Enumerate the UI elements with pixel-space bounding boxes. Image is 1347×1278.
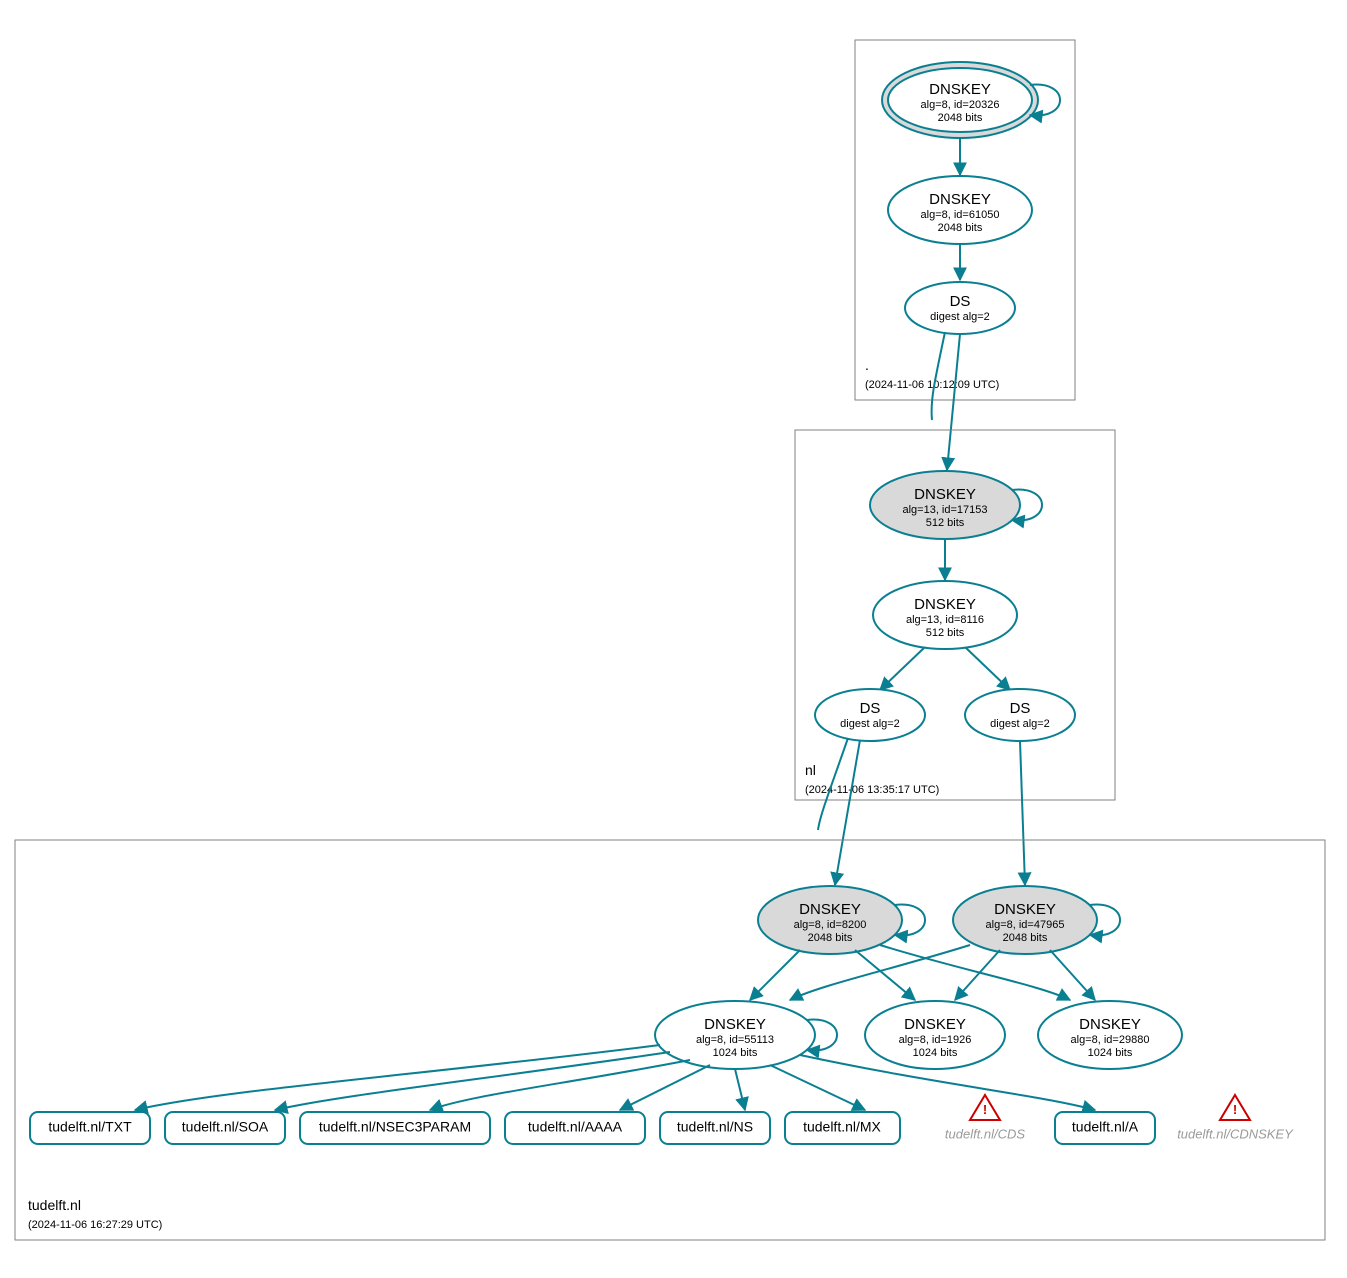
svg-text:tudelft.nl/TXT: tudelft.nl/TXT — [48, 1119, 132, 1135]
svg-text:tudelft.nl/NSEC3PARAM: tudelft.nl/NSEC3PARAM — [319, 1119, 471, 1135]
svg-text:digest alg=2: digest alg=2 — [990, 718, 1050, 730]
edge-nl-zsk-dsb — [965, 647, 1010, 690]
edge-zska-txt — [135, 1045, 660, 1110]
rr-aaaa: tudelft.nl/AAAA — [505, 1112, 645, 1144]
svg-text:alg=8, id=61050: alg=8, id=61050 — [921, 209, 1000, 221]
svg-text:alg=13, id=17153: alg=13, id=17153 — [902, 504, 987, 516]
svg-text:DNSKEY: DNSKEY — [1079, 1016, 1141, 1033]
svg-text:DS: DS — [860, 700, 881, 717]
edge-dsb-kskb — [1020, 741, 1025, 885]
svg-text:tudelft.nl/NS: tudelft.nl/NS — [677, 1119, 753, 1135]
svg-text:tudelft.nl/AAAA: tudelft.nl/AAAA — [528, 1119, 623, 1135]
node-nl-ksk: DNSKEY alg=13, id=17153 512 bits — [870, 471, 1020, 539]
svg-text:512 bits: 512 bits — [926, 517, 965, 529]
zone-ts-tudelft: (2024-11-06 16:27:29 UTC) — [28, 1219, 162, 1231]
dnssec-graph: . (2024-11-06 10:12:09 UTC) DNSKEY alg=8… — [0, 0, 1347, 1278]
svg-text:alg=13, id=8116: alg=13, id=8116 — [906, 614, 984, 626]
edge-zska-mx — [770, 1065, 865, 1110]
svg-text:DNSKEY: DNSKEY — [799, 901, 861, 918]
zone-label-root: . — [865, 357, 869, 373]
rr-soa: tudelft.nl/SOA — [165, 1112, 285, 1144]
warn-cds: ! tudelft.nl/CDS — [945, 1095, 1026, 1141]
svg-text:tudelft.nl/A: tudelft.nl/A — [1072, 1119, 1139, 1135]
edge-kska-zska — [750, 950, 800, 1000]
svg-text:DNSKEY: DNSKEY — [929, 191, 991, 208]
svg-text:2048 bits: 2048 bits — [808, 932, 853, 944]
node-tudelft-zsk-b: DNSKEY alg=8, id=1926 1024 bits — [865, 1001, 1005, 1069]
rr-a: tudelft.nl/A — [1055, 1112, 1155, 1144]
node-root-ds: DS digest alg=2 — [905, 282, 1015, 334]
edge-root-to-nl-thick — [932, 332, 945, 420]
svg-text:1024 bits: 1024 bits — [1088, 1047, 1133, 1059]
edge-zska-aaaa — [620, 1065, 710, 1110]
svg-text:DNSKEY: DNSKEY — [704, 1016, 766, 1033]
rr-ns: tudelft.nl/NS — [660, 1112, 770, 1144]
svg-text:DNSKEY: DNSKEY — [904, 1016, 966, 1033]
rr-txt: tudelft.nl/TXT — [30, 1112, 150, 1144]
zone-label-tudelft: tudelft.nl — [28, 1197, 81, 1213]
svg-text:1024 bits: 1024 bits — [713, 1047, 758, 1059]
edge-kskb-zskb — [955, 950, 1000, 1000]
svg-text:DNSKEY: DNSKEY — [994, 901, 1056, 918]
node-nl-ds-a: DS digest alg=2 — [815, 689, 925, 741]
node-nl-zsk: DNSKEY alg=13, id=8116 512 bits — [873, 581, 1017, 649]
zone-ts-nl: (2024-11-06 13:35:17 UTC) — [805, 784, 939, 796]
svg-text:digest alg=2: digest alg=2 — [930, 311, 990, 323]
svg-text:alg=8, id=55113: alg=8, id=55113 — [696, 1034, 774, 1046]
edge-nl-zsk-dsa — [880, 647, 925, 690]
zone-ts-root: (2024-11-06 10:12:09 UTC) — [865, 379, 999, 391]
svg-text:tudelft.nl/CDNSKEY: tudelft.nl/CDNSKEY — [1177, 1126, 1294, 1141]
svg-text:DS: DS — [1010, 700, 1031, 717]
edge-kskb-zskc — [1050, 950, 1095, 1000]
svg-text:512 bits: 512 bits — [926, 627, 965, 639]
node-nl-ds-b: DS digest alg=2 — [965, 689, 1075, 741]
warn-cdnskey: ! tudelft.nl/CDNSKEY — [1177, 1095, 1294, 1141]
svg-text:alg=8, id=47965: alg=8, id=47965 — [986, 919, 1065, 931]
svg-text:alg=8, id=8200: alg=8, id=8200 — [794, 919, 867, 931]
rr-mx: tudelft.nl/MX — [785, 1112, 900, 1144]
svg-text:!: ! — [983, 1102, 987, 1117]
svg-text:1024 bits: 1024 bits — [913, 1047, 958, 1059]
svg-text:!: ! — [1233, 1102, 1237, 1117]
svg-text:tudelft.nl/CDS: tudelft.nl/CDS — [945, 1126, 1026, 1141]
svg-text:2048 bits: 2048 bits — [938, 112, 983, 124]
edge-zska-ns — [735, 1069, 745, 1110]
edge-root-to-nl — [947, 334, 960, 470]
svg-text:DNSKEY: DNSKEY — [914, 486, 976, 503]
node-tudelft-zsk-a: DNSKEY alg=8, id=55113 1024 bits — [655, 1001, 815, 1069]
rr-nsec3param: tudelft.nl/NSEC3PARAM — [300, 1112, 490, 1144]
svg-text:2048 bits: 2048 bits — [1003, 932, 1048, 944]
svg-text:tudelft.nl/SOA: tudelft.nl/SOA — [182, 1119, 269, 1135]
svg-text:DNSKEY: DNSKEY — [914, 596, 976, 613]
zone-label-nl: nl — [805, 762, 816, 778]
node-tudelft-zsk-c: DNSKEY alg=8, id=29880 1024 bits — [1038, 1001, 1182, 1069]
svg-text:DS: DS — [950, 293, 971, 310]
node-root-ksk: DNSKEY alg=8, id=20326 2048 bits — [882, 62, 1038, 138]
svg-text:alg=8, id=20326: alg=8, id=20326 — [921, 99, 1000, 111]
svg-text:tudelft.nl/MX: tudelft.nl/MX — [803, 1119, 881, 1135]
svg-text:alg=8, id=1926: alg=8, id=1926 — [899, 1034, 972, 1046]
node-tudelft-ksk-a: DNSKEY alg=8, id=8200 2048 bits — [758, 886, 902, 954]
svg-text:digest alg=2: digest alg=2 — [840, 718, 900, 730]
node-root-zsk: DNSKEY alg=8, id=61050 2048 bits — [888, 176, 1032, 244]
node-tudelft-ksk-b: DNSKEY alg=8, id=47965 2048 bits — [953, 886, 1097, 954]
svg-text:DNSKEY: DNSKEY — [929, 81, 991, 98]
svg-text:2048 bits: 2048 bits — [938, 222, 983, 234]
svg-text:alg=8, id=29880: alg=8, id=29880 — [1071, 1034, 1150, 1046]
